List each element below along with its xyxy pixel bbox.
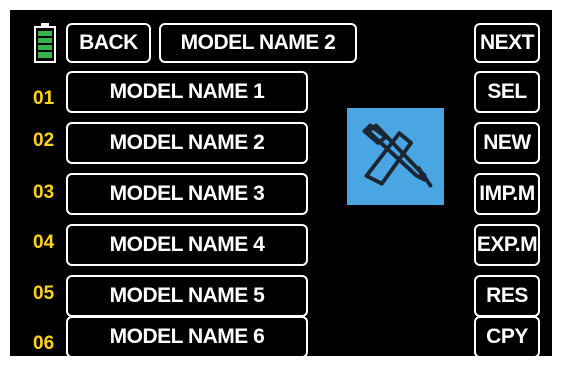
select-button[interactable]: SEL (474, 71, 540, 113)
model-number: 01 (33, 88, 55, 109)
model-preview (347, 108, 444, 205)
model-slot-5[interactable]: MODEL NAME 5 (66, 275, 308, 317)
model-number: 05 (33, 283, 55, 304)
model-select-screen: BACK MODEL NAME 2 01 MODEL NAME 1 02 MOD… (10, 10, 552, 358)
model-number: 02 (33, 130, 55, 151)
model-number: 06 (33, 333, 55, 354)
model-slot-2[interactable]: MODEL NAME 2 (66, 122, 308, 164)
model-slot-1[interactable]: MODEL NAME 1 (66, 71, 308, 113)
next-button[interactable]: NEXT (474, 23, 540, 63)
import-model-button[interactable]: IMP.M (474, 173, 540, 215)
model-slot-4[interactable]: MODEL NAME 4 (66, 224, 308, 266)
current-model-label: MODEL NAME 2 (159, 23, 357, 63)
airplane-icon (362, 123, 433, 188)
model-slot-6[interactable]: MODEL NAME 6 (66, 316, 308, 358)
back-button[interactable]: BACK (66, 23, 151, 63)
reset-button[interactable]: RES (474, 275, 540, 317)
new-button[interactable]: NEW (474, 122, 540, 164)
battery-icon (34, 23, 56, 63)
export-model-button[interactable]: EXP.M (474, 224, 540, 266)
model-number: 03 (33, 182, 55, 203)
copy-button[interactable]: CPY (474, 316, 540, 358)
model-number: 04 (33, 232, 55, 253)
model-slot-3[interactable]: MODEL NAME 3 (66, 173, 308, 215)
